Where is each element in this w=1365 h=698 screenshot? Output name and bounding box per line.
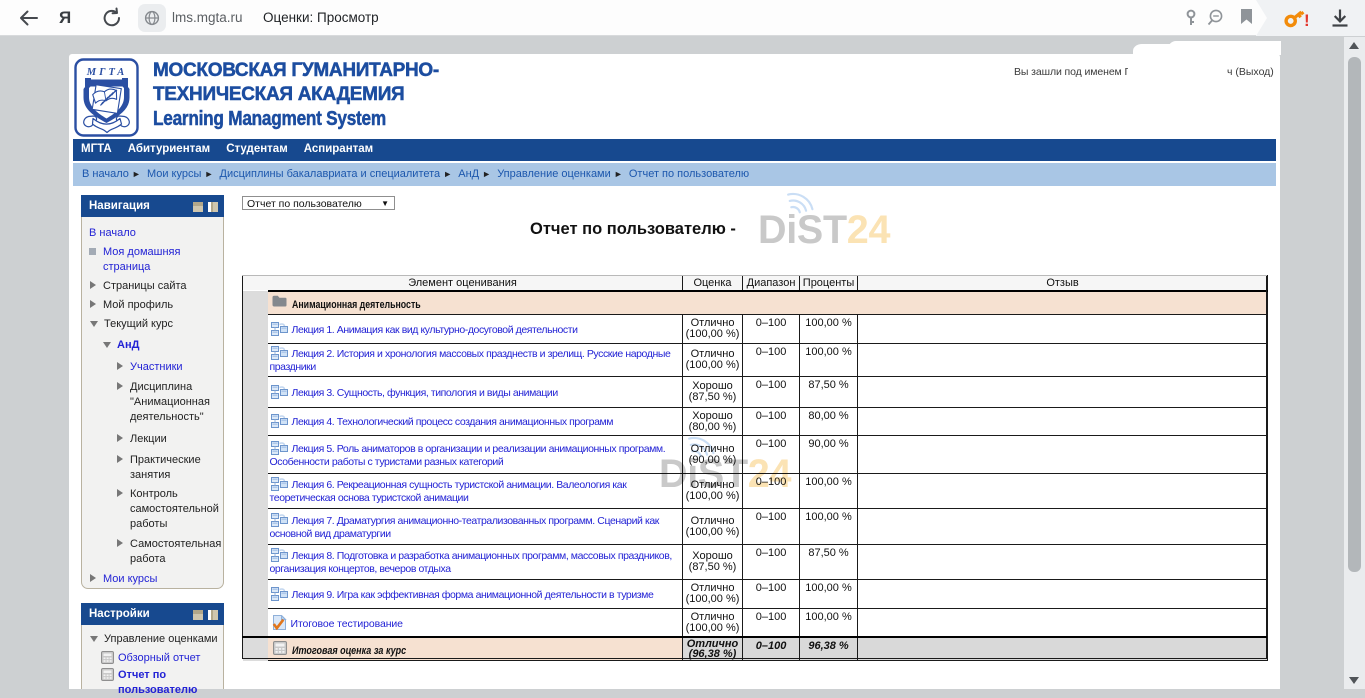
svg-text:!: ! (1304, 11, 1310, 30)
svg-text:DiST24: DiST24 (758, 208, 890, 251)
svg-text:DiST24: DiST24 (659, 452, 791, 495)
svg-text:МГТА: МГТА (86, 67, 127, 78)
